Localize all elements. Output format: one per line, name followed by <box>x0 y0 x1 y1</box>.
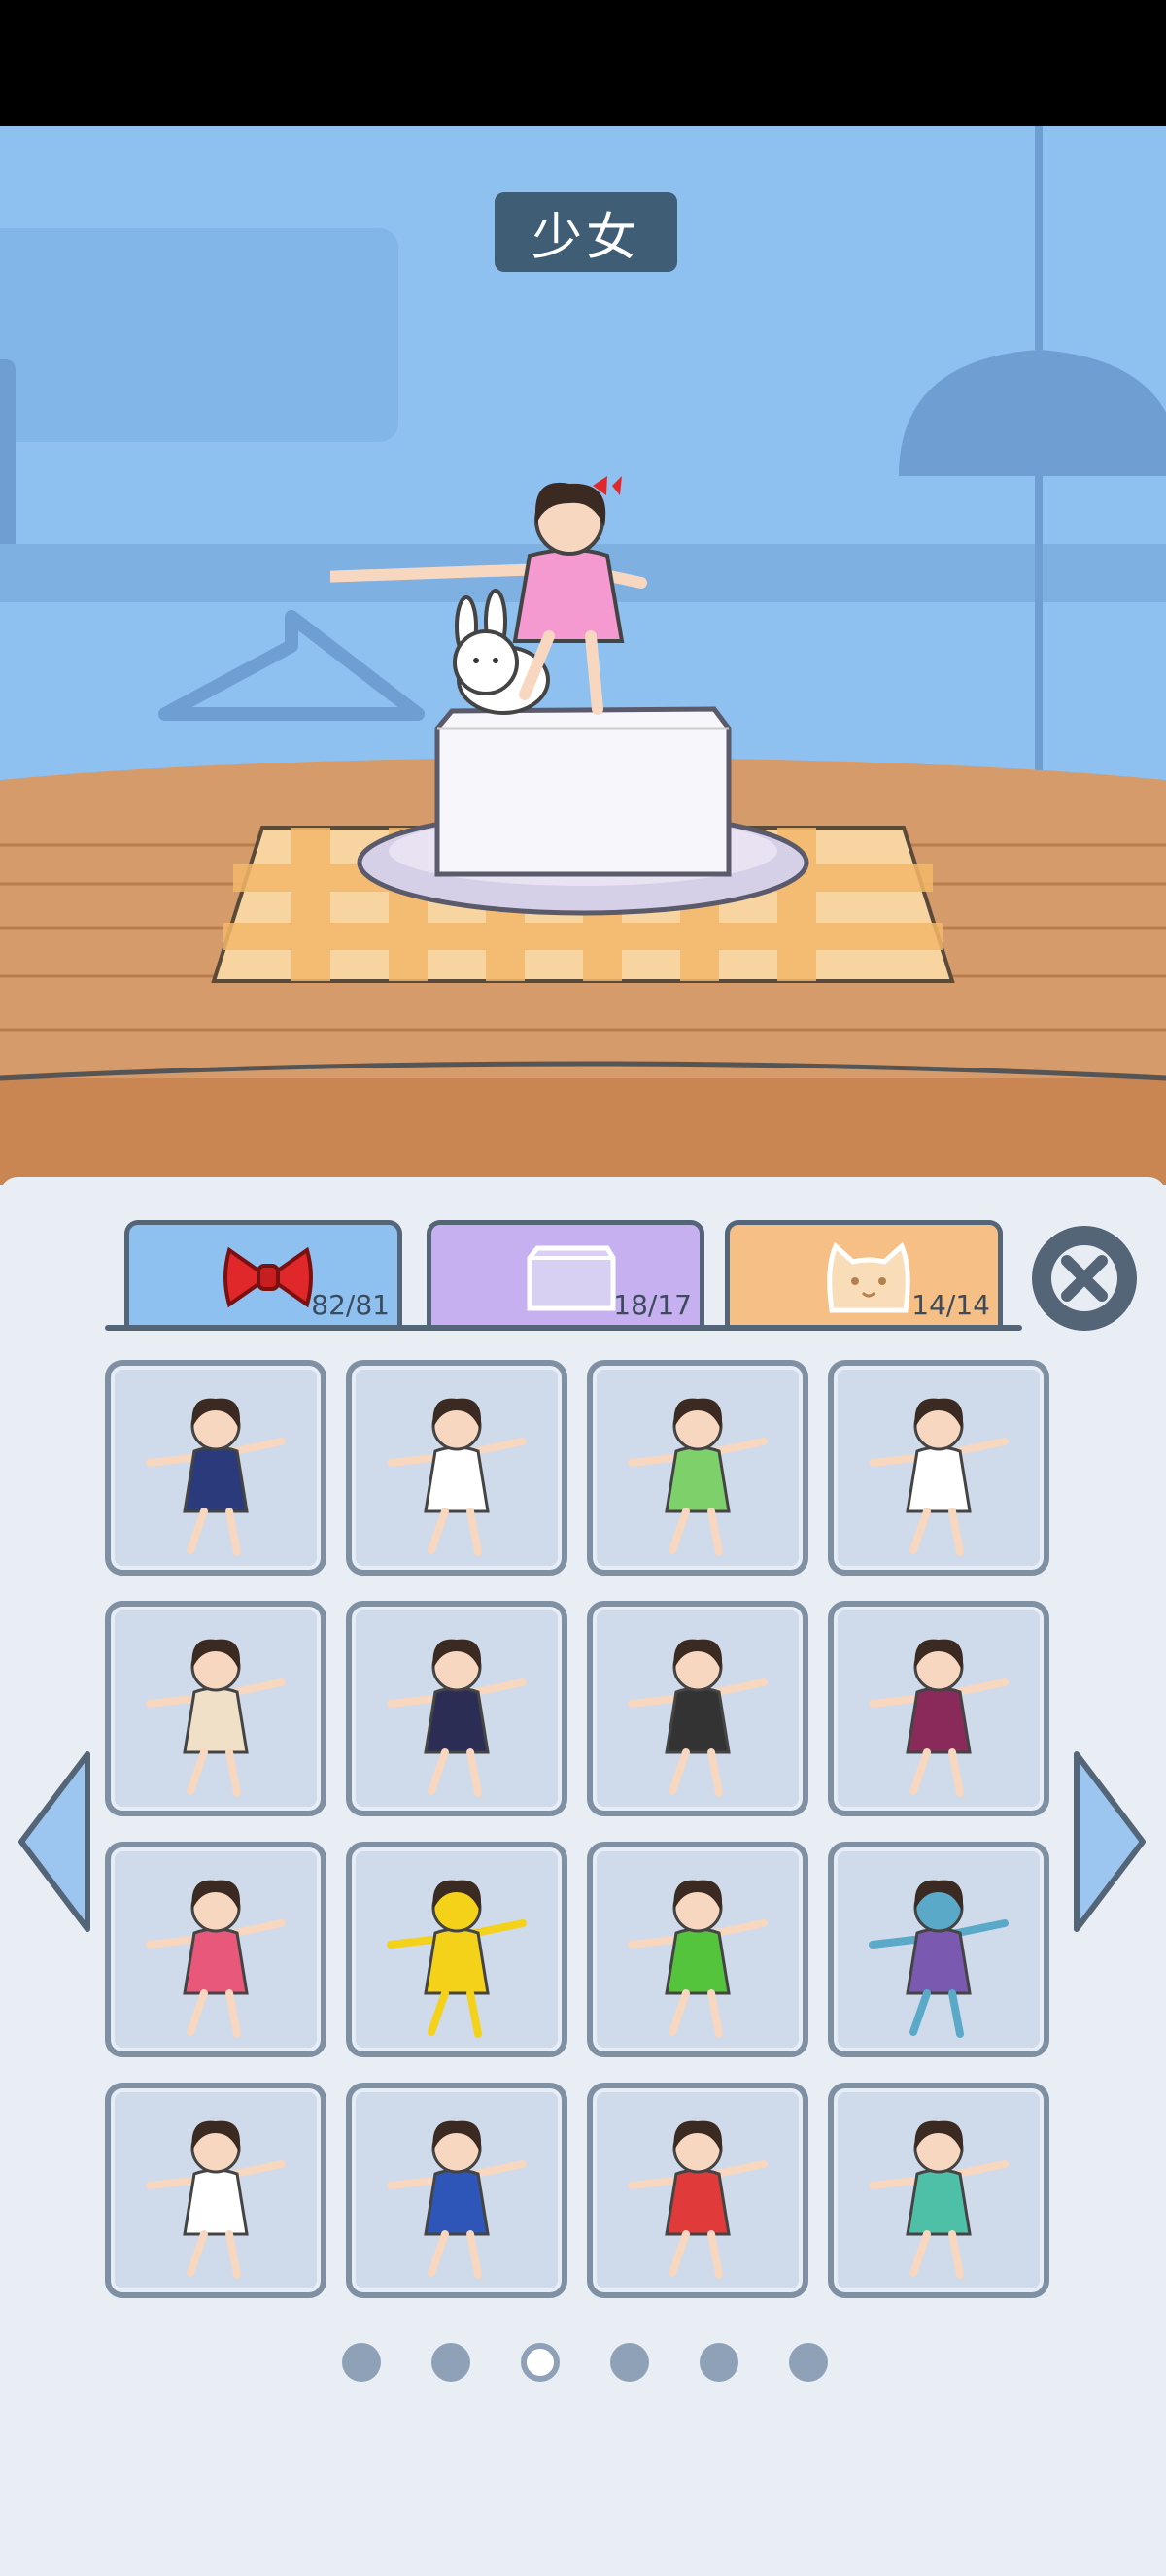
tab-ribbon[interactable]: 82/81 <box>124 1220 402 1327</box>
costume-cell[interactable] <box>828 1842 1049 2057</box>
casual-skirt-girl-icon <box>146 1639 286 1797</box>
costume-cell[interactable] <box>105 2083 326 2298</box>
costume-cell[interactable] <box>346 1842 567 2057</box>
costume-cell[interactable] <box>105 1842 326 2057</box>
chef-whisk-girl-icon <box>628 2120 768 2279</box>
tab-divider <box>105 1325 1022 1331</box>
bok-choy-costume-icon <box>628 1398 768 1556</box>
page-dot[interactable] <box>342 2343 381 2382</box>
status-bar <box>0 0 1166 126</box>
close-button[interactable] <box>1032 1226 1137 1331</box>
costume-cell[interactable] <box>105 1360 326 1576</box>
tracksuit-girl-icon <box>387 1639 527 1797</box>
ribbon-bow-icon <box>223 1246 313 1308</box>
costume-cell[interactable] <box>587 2083 808 2298</box>
hakama-girl-icon <box>869 1639 1009 1797</box>
costume-cell[interactable] <box>346 2083 567 2298</box>
tab-cat[interactable]: 14/14 <box>725 1220 1003 1327</box>
golden-girl-icon <box>387 1880 527 2038</box>
arrow-right-icon[interactable] <box>1071 1748 1150 1935</box>
chef-octopus-icon <box>146 2120 286 2279</box>
tab-count: 82/81 <box>311 1289 390 1321</box>
panel-edge <box>0 1177 1166 1195</box>
sailor-uniform-girl-icon <box>146 1398 286 1556</box>
tofu-costume-girl-icon <box>387 1398 527 1556</box>
tab-count: 14/14 <box>911 1289 990 1321</box>
ceiling-lamp-icon <box>899 126 1166 797</box>
side-handle[interactable] <box>0 359 16 554</box>
costume-cell[interactable] <box>828 1601 1049 1816</box>
close-x-icon <box>1051 1245 1117 1311</box>
arrow-left-icon[interactable] <box>14 1748 93 1935</box>
costume-cell[interactable] <box>587 1842 808 2057</box>
window-panel <box>0 228 398 442</box>
costume-cell[interactable] <box>828 1360 1049 1576</box>
costume-cell[interactable] <box>587 1601 808 1816</box>
costume-cell[interactable] <box>346 1360 567 1576</box>
frog-costume-icon <box>628 1880 768 2038</box>
costume-cell[interactable] <box>346 1601 567 1816</box>
crane-costume-icon <box>869 1398 1009 1556</box>
character-title: 少女 <box>495 192 677 272</box>
page-dot[interactable] <box>431 2343 470 2382</box>
page-dot[interactable] <box>789 2343 828 2382</box>
tofu-stage <box>330 476 809 916</box>
costume-cell[interactable] <box>587 1360 808 1576</box>
costume-cell[interactable] <box>828 2083 1049 2298</box>
blue-tracksuit-girl-icon <box>387 2120 527 2279</box>
page-dot[interactable] <box>700 2343 738 2382</box>
maid-with-broom-icon <box>628 1639 768 1797</box>
costume-cell[interactable] <box>105 1601 326 1816</box>
tab-tofu[interactable]: 18/17 <box>427 1220 704 1327</box>
page-dot[interactable] <box>610 2343 649 2382</box>
blue-oni-girl-icon <box>869 1880 1009 2038</box>
painter-beret-girl-icon <box>869 2120 1009 2279</box>
fan-coat-girl-icon <box>146 1880 286 2038</box>
tab-count: 18/17 <box>613 1289 692 1321</box>
cat-face-icon <box>827 1241 910 1313</box>
tofu-block-icon <box>527 1245 616 1311</box>
page-dot-active[interactable] <box>521 2343 560 2382</box>
